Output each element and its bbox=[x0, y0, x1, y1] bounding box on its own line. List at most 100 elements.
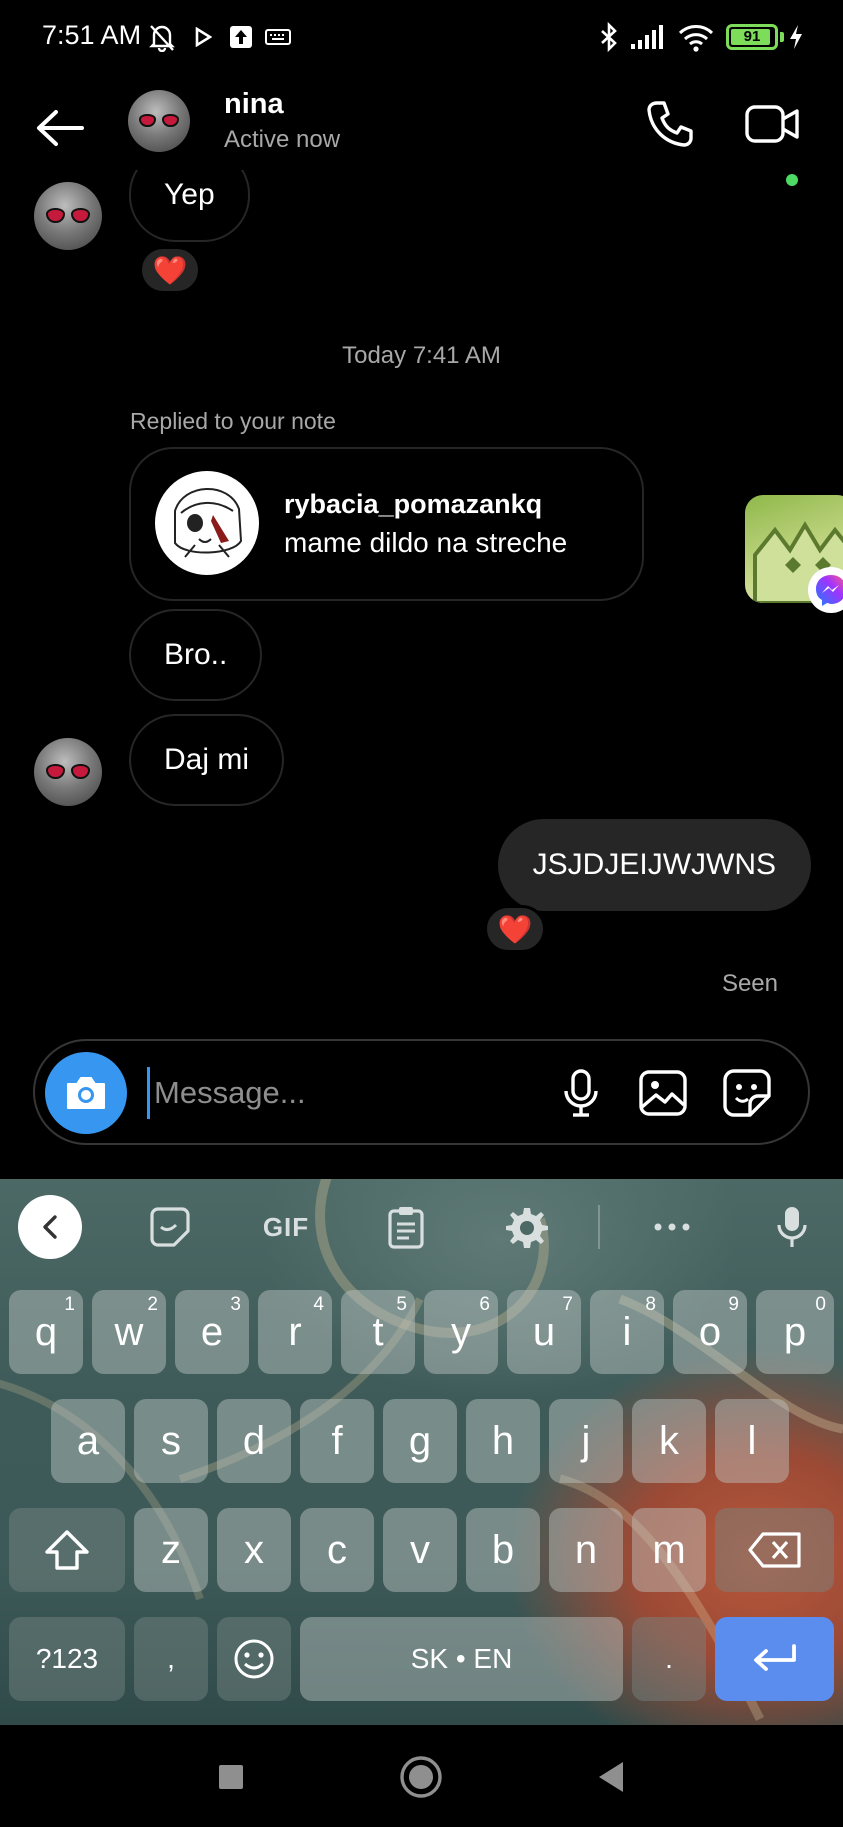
backspace-key[interactable] bbox=[715, 1508, 834, 1592]
more-options-button[interactable] bbox=[644, 1199, 700, 1255]
heart-reaction-icon[interactable]: ❤️ bbox=[484, 905, 546, 953]
chevron-left-icon bbox=[43, 1215, 57, 1239]
key-label: l bbox=[747, 1418, 757, 1463]
symbols-key[interactable]: ?123 bbox=[9, 1617, 125, 1701]
gif-button[interactable]: GIF bbox=[256, 1199, 316, 1255]
reply-caption: Replied to your note bbox=[130, 408, 336, 434]
key-r[interactable]: r4 bbox=[258, 1290, 332, 1374]
charging-icon bbox=[786, 18, 806, 56]
audio-call-button[interactable] bbox=[640, 94, 700, 154]
sender-avatar[interactable] bbox=[34, 182, 102, 250]
keyboard-sticker-button[interactable] bbox=[142, 1199, 198, 1255]
gallery-button[interactable] bbox=[635, 1065, 691, 1121]
mute-bell-icon bbox=[148, 18, 176, 56]
voice-typing-button[interactable] bbox=[764, 1199, 820, 1255]
key-label: h bbox=[491, 1418, 515, 1463]
recents-button[interactable] bbox=[204, 1750, 258, 1804]
keyboard-settings-button[interactable] bbox=[498, 1199, 554, 1255]
key-label: g bbox=[408, 1418, 432, 1463]
soft-keyboard: GIF q1 w2 e3 r4 t5 y6 u7 i8 o9 p0 a s d … bbox=[0, 1179, 843, 1725]
key-i[interactable]: i8 bbox=[590, 1290, 664, 1374]
back-button[interactable] bbox=[30, 98, 90, 158]
message-composer bbox=[33, 1039, 810, 1145]
phone-icon bbox=[647, 101, 693, 147]
key-label: o bbox=[698, 1309, 722, 1354]
message-text: JSJDJEIJWJWNS bbox=[532, 848, 776, 881]
back-arrow-icon bbox=[37, 110, 84, 146]
key-hint: 0 bbox=[815, 1294, 826, 1315]
voice-message-button[interactable] bbox=[553, 1065, 609, 1121]
key-d[interactable]: d bbox=[217, 1399, 291, 1483]
key-label: SK • EN bbox=[410, 1643, 513, 1674]
video-call-button[interactable] bbox=[740, 92, 804, 156]
key-k[interactable]: k bbox=[632, 1399, 706, 1483]
key-b[interactable]: b bbox=[466, 1508, 540, 1592]
home-button[interactable] bbox=[394, 1750, 448, 1804]
back-nav-button[interactable] bbox=[584, 1750, 638, 1804]
chat-thread[interactable]: Yep ❤️ Today 7:41 AM Replied to your not… bbox=[0, 170, 843, 1020]
key-o[interactable]: o9 bbox=[673, 1290, 747, 1374]
key-hint: 3 bbox=[230, 1294, 241, 1315]
heart-reaction-icon[interactable]: ❤️ bbox=[139, 246, 201, 294]
message-input[interactable] bbox=[147, 1067, 547, 1119]
period-key[interactable]: . bbox=[632, 1617, 706, 1701]
battery-icon: 91 bbox=[726, 24, 778, 50]
key-n[interactable]: n bbox=[549, 1508, 623, 1592]
keyboard-collapse-button[interactable] bbox=[18, 1195, 82, 1259]
key-y[interactable]: y6 bbox=[424, 1290, 498, 1374]
square-icon bbox=[219, 1765, 243, 1789]
key-c[interactable]: c bbox=[300, 1508, 374, 1592]
key-hint: 1 bbox=[64, 1294, 75, 1315]
shift-key[interactable] bbox=[9, 1508, 125, 1592]
key-hint: 2 bbox=[147, 1294, 158, 1315]
message-bubble[interactable]: Yep bbox=[129, 170, 250, 242]
key-l[interactable]: l bbox=[715, 1399, 789, 1483]
status-time: 7:51 AM bbox=[42, 20, 142, 50]
contact-avatar[interactable] bbox=[128, 90, 190, 152]
key-label: u bbox=[532, 1309, 556, 1354]
sender-avatar[interactable] bbox=[34, 738, 102, 806]
sticker-button[interactable] bbox=[719, 1065, 775, 1121]
key-e[interactable]: e3 bbox=[175, 1290, 249, 1374]
key-x[interactable]: x bbox=[217, 1508, 291, 1592]
comma-key[interactable]: , bbox=[134, 1617, 208, 1701]
message-text: Yep bbox=[164, 178, 215, 211]
key-a[interactable]: a bbox=[51, 1399, 125, 1483]
key-label: a bbox=[76, 1418, 100, 1463]
camera-button[interactable] bbox=[45, 1052, 127, 1134]
key-g[interactable]: g bbox=[383, 1399, 457, 1483]
spacebar-key[interactable]: SK • EN bbox=[300, 1617, 623, 1701]
battery-nub bbox=[780, 32, 784, 42]
key-v[interactable]: v bbox=[383, 1508, 457, 1592]
key-f[interactable]: f bbox=[300, 1399, 374, 1483]
key-h[interactable]: h bbox=[466, 1399, 540, 1483]
system-navigation-bar bbox=[0, 1725, 843, 1827]
emoji-key[interactable] bbox=[217, 1617, 291, 1701]
key-p[interactable]: p0 bbox=[756, 1290, 834, 1374]
clipboard-button[interactable] bbox=[378, 1199, 434, 1255]
key-s[interactable]: s bbox=[134, 1399, 208, 1483]
key-j[interactable]: j bbox=[549, 1399, 623, 1483]
reaction-emoji: ❤️ bbox=[497, 913, 533, 945]
keyboard-toolbar: GIF bbox=[0, 1179, 843, 1274]
contact-status: Active now bbox=[224, 126, 341, 153]
message-bubble[interactable]: Bro.. bbox=[129, 609, 263, 701]
key-label: r bbox=[288, 1309, 302, 1354]
contact-name[interactable]: nina bbox=[224, 88, 284, 121]
microphone-icon bbox=[564, 1069, 598, 1117]
key-w[interactable]: w2 bbox=[92, 1290, 166, 1374]
note-user-avatar[interactable] bbox=[155, 471, 259, 575]
enter-key[interactable] bbox=[715, 1617, 834, 1701]
note-reply-card[interactable]: rybacia_pomazankq mame dildo na streche bbox=[129, 447, 644, 601]
sent-message-bubble[interactable]: JSJDJEIJWJWNS bbox=[497, 819, 811, 911]
key-z[interactable]: z bbox=[134, 1508, 208, 1592]
heart-glasses-icon bbox=[46, 207, 90, 223]
message-bubble[interactable]: Daj mi bbox=[129, 714, 285, 806]
key-label: m bbox=[652, 1527, 686, 1572]
key-m[interactable]: m bbox=[632, 1508, 706, 1592]
gif-label: GIF bbox=[262, 1211, 310, 1242]
key-q[interactable]: q1 bbox=[9, 1290, 83, 1374]
key-hint: 7 bbox=[562, 1294, 573, 1315]
key-t[interactable]: t5 bbox=[341, 1290, 415, 1374]
key-u[interactable]: u7 bbox=[507, 1290, 581, 1374]
